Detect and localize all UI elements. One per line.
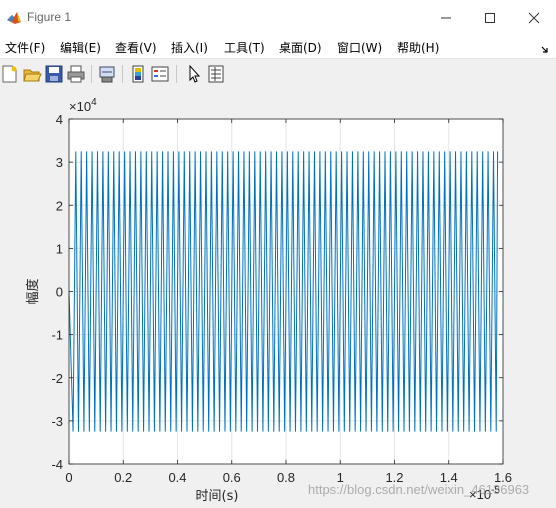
y-exponent-label: ×104 — [69, 97, 97, 114]
close-button[interactable] — [512, 6, 556, 30]
toolbar-separator — [91, 65, 92, 83]
x-tick-label: 0 — [65, 470, 72, 485]
toolbar-separator — [176, 65, 177, 83]
toolbar-separator — [122, 65, 123, 83]
x-axis-label: 时间(s) — [196, 489, 239, 504]
edit-plot-cursor-icon[interactable] — [184, 64, 204, 84]
figure-canvas: 4 3 2 1 0 -1 -2 -3 -4 0 0.2 0.4 0.6 0.8 1 1.2 1.4 1.6 ×1… — [0, 89, 556, 508]
link-plot-icon[interactable] — [97, 64, 117, 84]
menu-desktop[interactable]: 桌面(D) — [279, 39, 322, 56]
menu-bar: 文件(F) 编辑(E) 查看(V) 插入(I) 工具(T) 桌面(D) 窗口(W… — [0, 36, 556, 58]
maximize-icon — [485, 13, 495, 23]
matlab-logo-icon — [6, 10, 22, 26]
menu-file[interactable]: 文件(F) — [5, 39, 45, 56]
y-tick-label: 1 — [56, 241, 63, 256]
window-title: Figure 1 — [27, 10, 72, 24]
y-tick-label: -4 — [51, 457, 63, 472]
y-tick-label: 4 — [56, 112, 63, 127]
y-tick-labels: 4 3 2 1 0 -1 -2 -3 -4 — [51, 112, 63, 472]
open-file-icon[interactable] — [22, 64, 42, 84]
title-bar: Figure 1 — [0, 0, 556, 36]
plot-canvas: 43210-1-2-3-4 0 0.2 0.4 0.6 0.8 1 1.2 1.4 1.6 ×1… — [25, 97, 512, 504]
x-tick-label: 0.8 — [277, 470, 295, 485]
figure-toolbar — [0, 58, 556, 89]
menu-help[interactable]: 帮助(H) — [397, 39, 439, 56]
menu-tools[interactable]: 工具(T) — [224, 39, 265, 56]
y-tick-label: 2 — [56, 198, 63, 213]
insert-legend-icon[interactable] — [150, 64, 170, 84]
x-tick-label: 0.2 — [114, 470, 132, 485]
menu-insert[interactable]: 插入(I) — [171, 39, 208, 56]
y-tick-label: 0 — [56, 285, 63, 300]
y-tick-label: -1 — [51, 328, 63, 343]
close-icon — [528, 12, 540, 24]
minimize-icon — [441, 17, 451, 19]
watermark-text: https://blog.csdn.net/weixin_46136963 — [308, 482, 530, 497]
menu-edit[interactable]: 编辑(E) — [60, 39, 101, 56]
y-tick-label: -3 — [51, 414, 63, 429]
save-icon[interactable] — [44, 64, 64, 84]
x-tick-label: 0.4 — [168, 470, 186, 485]
menu-view[interactable]: 查看(V) — [115, 39, 157, 56]
minimize-button[interactable] — [424, 6, 468, 30]
y-tick-label: -2 — [51, 371, 63, 386]
maximize-button[interactable] — [468, 6, 512, 30]
y-tick-label: 3 — [56, 155, 63, 170]
x-tick-label: 0.6 — [223, 470, 241, 485]
new-figure-icon[interactable] — [0, 64, 20, 84]
dock-arrow-icon[interactable] — [540, 40, 550, 59]
property-inspector-icon[interactable] — [206, 64, 226, 84]
insert-colorbar-icon[interactable] — [128, 64, 148, 84]
print-icon[interactable] — [66, 64, 86, 84]
y-axis-label: 幅度 — [25, 278, 41, 304]
menu-window[interactable]: 窗口(W) — [337, 39, 382, 56]
